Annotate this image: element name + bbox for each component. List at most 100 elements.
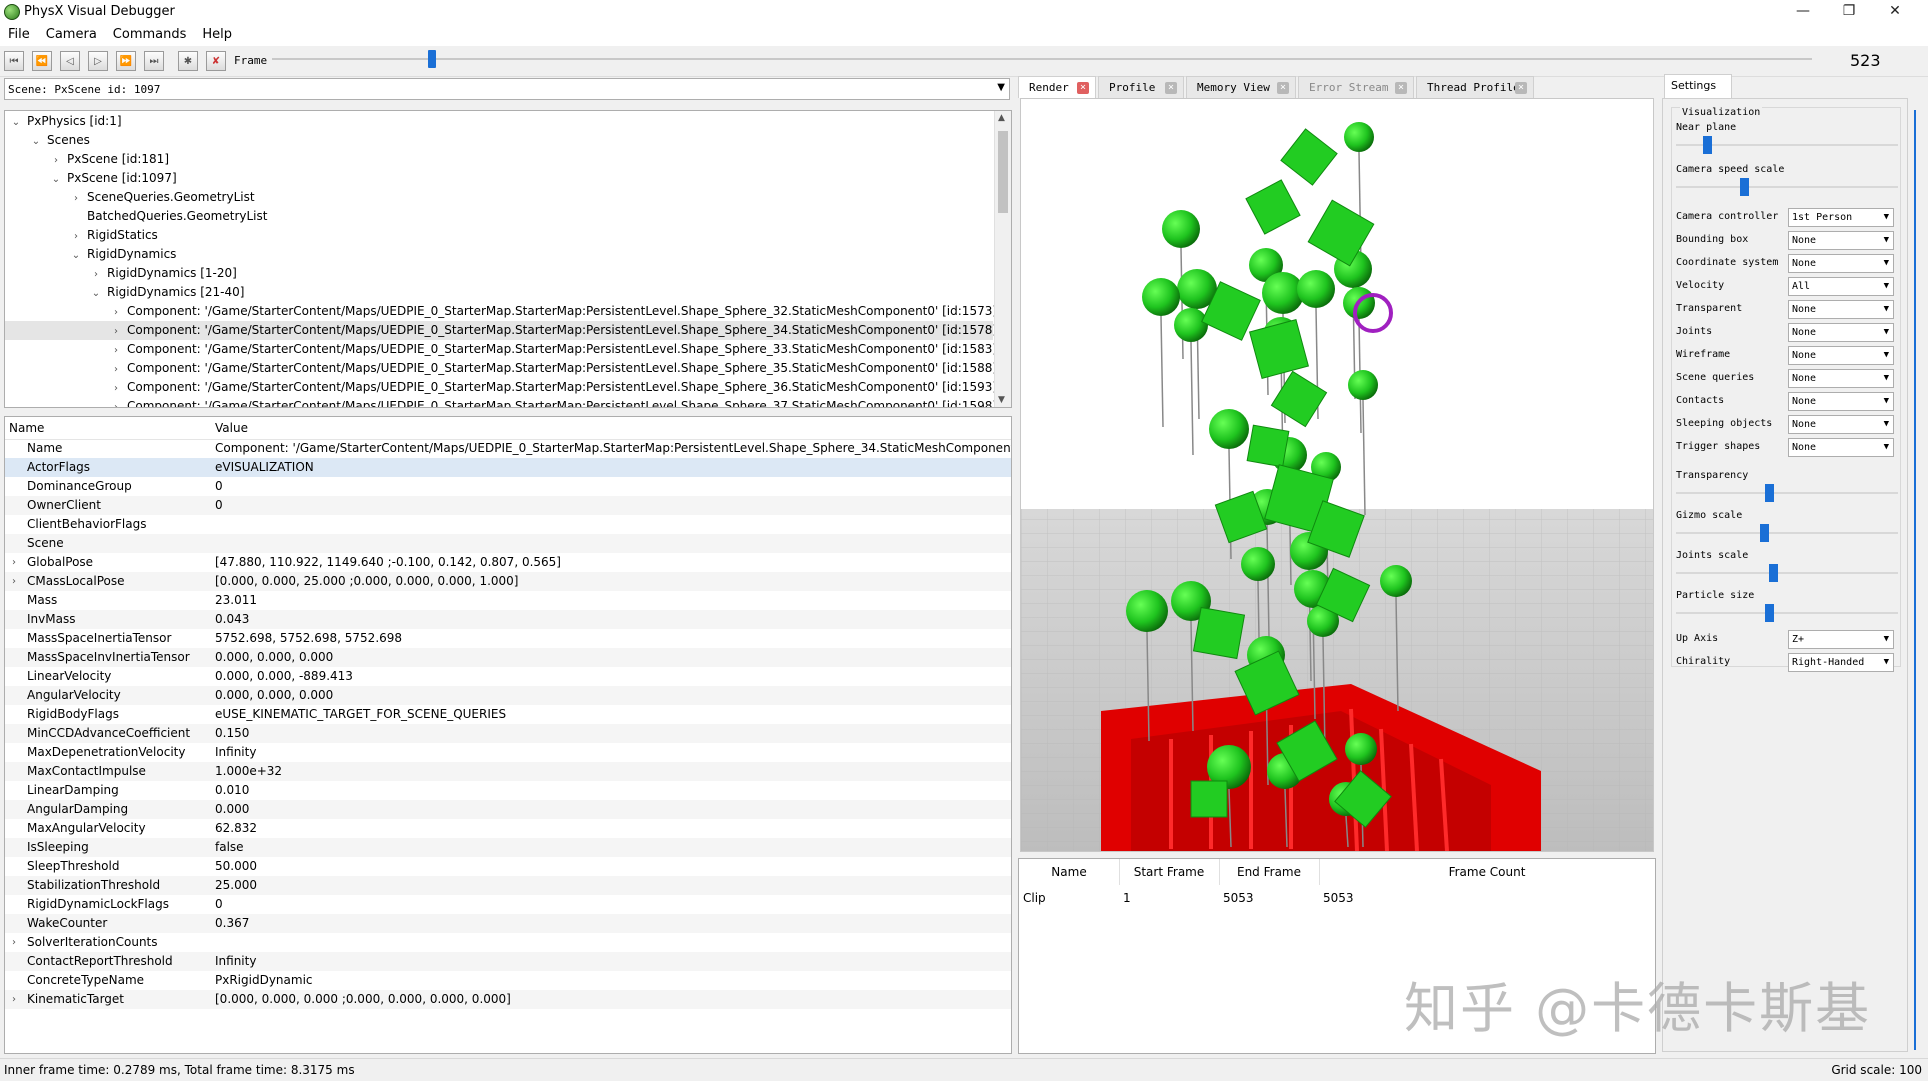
property-row[interactable]: AngularVelocity 0.000, 0.000, 0.000: [5, 686, 1011, 705]
property-row[interactable]: Name Component: '/Game/StarterContent/Map…: [5, 439, 1011, 458]
tab-error-stream[interactable]: Error Stream ×: [1298, 76, 1414, 98]
scene-selector[interactable]: Scene: PxScene id: 1097 ▼: [4, 78, 1010, 100]
combo-transparent[interactable]: None ▼: [1788, 300, 1894, 319]
rewind-icon[interactable]: ⏪: [32, 51, 52, 71]
menu-camera[interactable]: Camera: [38, 24, 105, 42]
tree-node[interactable]: › Component: '/Game/StarterContent/Maps/U…: [109, 397, 997, 407]
chevron-right-icon[interactable]: ›: [109, 379, 123, 398]
sphere-object[interactable]: [1126, 590, 1168, 632]
chevron-right-icon[interactable]: ›: [109, 360, 123, 379]
property-row[interactable]: AngularDamping 0.000: [5, 800, 1011, 819]
combo-chirality[interactable]: Right-Handed ▼: [1788, 653, 1894, 672]
chevron-right-icon[interactable]: ›: [12, 553, 16, 572]
connect-icon[interactable]: ✱: [178, 51, 198, 71]
property-row[interactable]: MaxAngularVelocity 62.832: [5, 819, 1011, 838]
clip-row-name[interactable]: Clip: [1023, 885, 1046, 911]
sphere-object[interactable]: [1162, 210, 1200, 248]
sphere-object[interactable]: [1345, 733, 1377, 765]
clip-header-name[interactable]: Name: [1019, 859, 1120, 885]
slider-handle[interactable]: [1760, 524, 1770, 542]
clip-row-end[interactable]: 5053: [1223, 885, 1254, 911]
sphere-object[interactable]: [1142, 278, 1180, 316]
tab-thread-profiler[interactable]: Thread Profiler ×: [1416, 76, 1534, 98]
go-to-start-icon[interactable]: ⏮: [4, 51, 24, 71]
tree-node[interactable]: › Component: '/Game/StarterContent/Maps/U…: [109, 302, 997, 321]
chevron-right-icon[interactable]: ›: [12, 990, 16, 1009]
clip-row-count[interactable]: 5053: [1323, 885, 1354, 911]
chevron-right-icon[interactable]: ›: [49, 151, 63, 170]
combo-wireframe[interactable]: None ▼: [1788, 346, 1894, 365]
combo-scene-queries[interactable]: None ▼: [1788, 369, 1894, 388]
property-row[interactable]: StabilizationThreshold 25.000: [5, 876, 1011, 895]
property-name-header[interactable]: Name: [9, 417, 44, 439]
disconnect-icon[interactable]: ✘: [206, 51, 226, 71]
combo-camera-controller[interactable]: 1st Person ▼: [1788, 208, 1894, 227]
combo-joints[interactable]: None ▼: [1788, 323, 1894, 342]
property-row[interactable]: ConcreteTypeName PxRigidDynamic: [5, 971, 1011, 990]
tree-node[interactable]: › Component: '/Game/StarterContent/Maps/U…: [109, 340, 997, 359]
scroll-up-icon[interactable]: ▲: [998, 113, 1005, 123]
frame-slider-track[interactable]: [272, 58, 1812, 60]
property-row[interactable]: Mass 23.011: [5, 591, 1011, 610]
slider-handle[interactable]: [1764, 604, 1774, 622]
chevron-right-icon[interactable]: ›: [12, 572, 16, 591]
tree-scrollbar-thumb[interactable]: [998, 131, 1008, 213]
fast-forward-icon[interactable]: ⏩: [116, 51, 136, 71]
tree-scrollbar[interactable]: ▲ ▼: [994, 111, 1011, 407]
property-row[interactable]: WakeCounter 0.367: [5, 914, 1011, 933]
close-tab-icon[interactable]: ×: [1515, 82, 1527, 94]
menu-file[interactable]: File: [0, 24, 38, 42]
property-row[interactable]: MassSpaceInvInertiaTensor 0.000, 0.000, 0…: [5, 648, 1011, 667]
combo-sleeping-objects[interactable]: None ▼: [1788, 415, 1894, 434]
chevron-right-icon[interactable]: ›: [12, 933, 16, 952]
chevron-right-icon[interactable]: ›: [69, 227, 83, 246]
property-row[interactable]: OwnerClient 0: [5, 496, 1011, 515]
step-back-icon[interactable]: ◁: [60, 51, 80, 71]
close-tab-icon[interactable]: ×: [1395, 82, 1407, 94]
tree-node[interactable]: ⌄ RigidDynamics: [69, 245, 177, 264]
sphere-object[interactable]: [1241, 547, 1275, 581]
chevron-right-icon[interactable]: ›: [69, 189, 83, 208]
clip-header-start[interactable]: Start Frame: [1119, 859, 1220, 885]
property-row[interactable]: DominanceGroup 0: [5, 477, 1011, 496]
slider-track[interactable]: [1676, 492, 1898, 494]
property-row[interactable]: MaxContactImpulse 1.000e+32: [5, 762, 1011, 781]
tree-node[interactable]: › SceneQueries.GeometryList: [69, 188, 255, 207]
property-row[interactable]: › GlobalPose [47.880, 110.922, 1149.640 ;-…: [5, 553, 1011, 572]
combo-up-axis[interactable]: Z+ ▼: [1788, 630, 1894, 649]
close-tab-icon[interactable]: ×: [1277, 82, 1289, 94]
chevron-right-icon[interactable]: ›: [109, 303, 123, 322]
property-row[interactable]: RigidBodyFlags eUSE_KINEMATIC_TARGET_FOR_…: [5, 705, 1011, 724]
chevron-right-icon[interactable]: ›: [109, 322, 123, 341]
chevron-down-icon[interactable]: ⌄: [9, 113, 23, 132]
property-row[interactable]: LinearVelocity 0.000, 0.000, -889.413: [5, 667, 1011, 686]
combo-coordinate-system[interactable]: None ▼: [1788, 254, 1894, 273]
chevron-right-icon[interactable]: ›: [109, 341, 123, 360]
property-row[interactable]: MinCCDAdvanceCoefficient 0.150: [5, 724, 1011, 743]
property-row[interactable]: ActorFlags eVISUALIZATION: [5, 458, 1011, 477]
chevron-right-icon[interactable]: ›: [89, 265, 103, 284]
slider-track[interactable]: [1676, 532, 1898, 534]
property-row[interactable]: RigidDynamicLockFlags 0: [5, 895, 1011, 914]
property-row[interactable]: InvMass 0.043: [5, 610, 1011, 629]
sphere-object[interactable]: [1174, 308, 1208, 342]
property-row[interactable]: MassSpaceInertiaTensor 5752.698, 5752.698…: [5, 629, 1011, 648]
slider-track[interactable]: [1676, 612, 1898, 614]
property-row[interactable]: SleepThreshold 50.000: [5, 857, 1011, 876]
tab-memory-view[interactable]: Memory View ×: [1186, 76, 1296, 98]
tree-node[interactable]: ⌄ PxPhysics [id:1]: [9, 112, 122, 131]
clip-header-end[interactable]: End Frame: [1219, 859, 1320, 885]
chevron-down-icon[interactable]: ⌄: [29, 132, 43, 151]
box-object[interactable]: [1190, 780, 1228, 818]
render-viewport[interactable]: [1020, 98, 1654, 852]
play-icon[interactable]: ▷: [88, 51, 108, 71]
property-row[interactable]: › KinematicTarget [0.000, 0.000, 0.000 ;0.…: [5, 990, 1011, 1009]
sphere-object[interactable]: [1348, 370, 1378, 400]
property-row[interactable]: LinearDamping 0.010: [5, 781, 1011, 800]
property-row[interactable]: MaxDepenetrationVelocity Infinity: [5, 743, 1011, 762]
close-tab-icon[interactable]: ×: [1165, 82, 1177, 94]
tree-node[interactable]: › RigidDynamics [1-20]: [89, 264, 237, 283]
tree-node[interactable]: ⌄ RigidDynamics [21-40]: [89, 283, 245, 302]
sphere-object[interactable]: [1380, 565, 1412, 597]
property-row[interactable]: › CMassLocalPose [0.000, 0.000, 25.000 ;0.…: [5, 572, 1011, 591]
